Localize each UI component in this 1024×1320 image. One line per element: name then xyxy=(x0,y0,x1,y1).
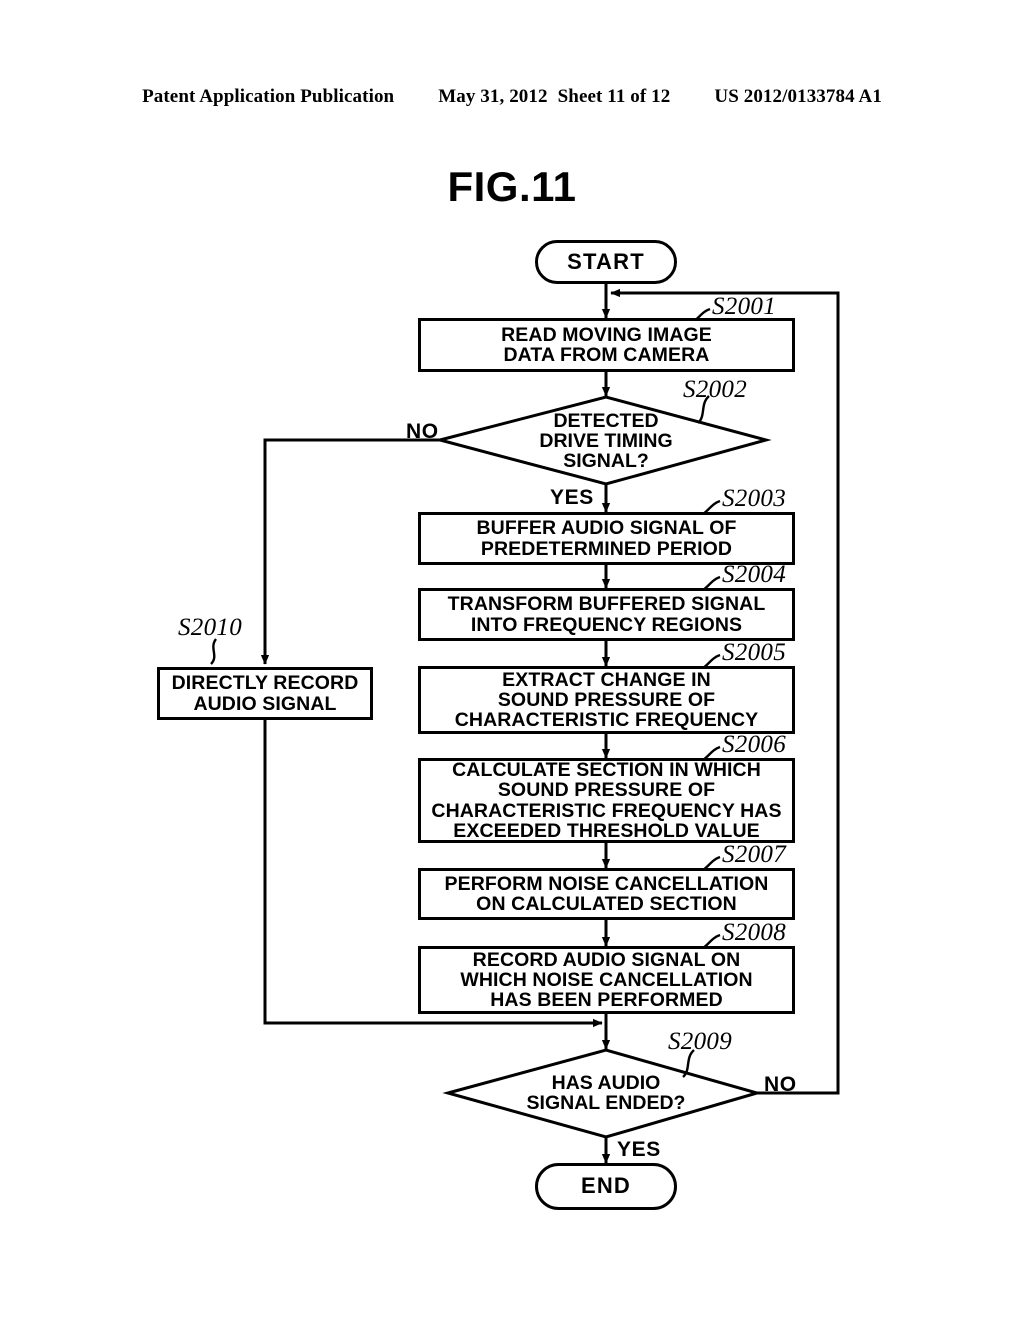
s2003-line-1: BUFFER AUDIO SIGNAL OF xyxy=(476,517,737,540)
start-terminator: START xyxy=(535,240,677,284)
step-ref-s2001: S2001 xyxy=(712,293,776,320)
step-ref-s2004: S2004 xyxy=(722,561,786,588)
s2010-line-1: DIRECTLY RECORD xyxy=(171,672,359,695)
process-box-s2004: TRANSFORM BUFFERED SIGNAL INTO FREQUENCY… xyxy=(418,588,795,641)
connector-s2002-no-to-s2010 xyxy=(260,438,440,665)
leader-line-s2010 xyxy=(210,638,218,665)
s2006-line-1: CALCULATE SECTION IN WHICH xyxy=(452,758,761,781)
step-ref-s2008: S2008 xyxy=(722,919,786,946)
flowchart-connectors xyxy=(210,283,840,1164)
s2007-line-2: ON CALCULATED SECTION xyxy=(476,893,737,915)
s2005-line-3: CHARACTERISTIC FREQUENCY xyxy=(454,709,759,732)
s2004-line-1: TRANSFORM BUFFERED SIGNAL xyxy=(447,593,766,616)
step-ref-s2005: S2005 xyxy=(722,639,786,666)
process-box-s2008: RECORD AUDIO SIGNAL ON WHICH NOISE CANCE… xyxy=(418,946,795,1014)
step-ref-s2002: S2002 xyxy=(683,376,747,403)
patent-figure-page: Patent Application Publication May 31, 2… xyxy=(0,0,1024,1320)
branch-label-s2002-yes: YES xyxy=(550,486,594,509)
step-ref-s2006: S2006 xyxy=(722,731,786,758)
step-ref-s2010: S2010 xyxy=(178,614,242,641)
process-box-s2001: READ MOVING IMAGE DATA FROM CAMERA xyxy=(418,318,795,372)
decision-shape-s2002 xyxy=(434,395,772,486)
s2005-line-1: EXTRACT CHANGE IN xyxy=(502,668,711,691)
s2006-line-4: EXCEEDED THRESHOLD VALUE xyxy=(453,819,760,842)
branch-label-s2002-no: NO xyxy=(406,420,439,443)
s2008-line-2: WHICH NOISE CANCELLATION xyxy=(460,968,753,991)
process-box-s2007: PERFORM NOISE CANCELLATION ON CALCULATED… xyxy=(418,868,795,920)
s2006-line-2: SOUND PRESSURE OF xyxy=(497,779,716,802)
step-ref-s2007: S2007 xyxy=(722,841,786,868)
s2007-line-1: PERFORM NOISE CANCELLATION xyxy=(444,872,769,895)
s2006-line-3: CHARACTERISTIC FREQUENCY HAS xyxy=(431,799,782,822)
s2008-line-1: RECORD AUDIO SIGNAL ON xyxy=(472,948,741,971)
process-box-s2010: DIRECTLY RECORD AUDIO SIGNAL xyxy=(157,667,373,720)
s2008-line-3: HAS BEEN PERFORMED xyxy=(490,989,723,1012)
s2003-line-2: PREDETERMINED PERIOD xyxy=(480,537,733,560)
step-ref-s2003: S2003 xyxy=(722,485,786,512)
process-box-s2003: BUFFER AUDIO SIGNAL OF PREDETERMINED PER… xyxy=(418,512,795,565)
branch-label-s2009-no: NO xyxy=(764,1073,797,1096)
s2001-line-1: READ MOVING IMAGE xyxy=(501,323,712,346)
process-box-s2006: CALCULATE SECTION IN WHICH SOUND PRESSUR… xyxy=(418,758,795,843)
end-terminator: END xyxy=(535,1163,677,1210)
s2001-line-2: DATA FROM CAMERA xyxy=(503,344,710,366)
s2004-line-2: INTO FREQUENCY REGIONS xyxy=(470,613,743,636)
s2010-line-2: AUDIO SIGNAL xyxy=(193,692,337,715)
process-box-s2005: EXTRACT CHANGE IN SOUND PRESSURE OF CHAR… xyxy=(418,666,795,734)
s2005-line-2: SOUND PRESSURE OF xyxy=(497,688,716,711)
step-ref-s2009: S2009 xyxy=(668,1028,732,1055)
branch-label-s2009-yes: YES xyxy=(617,1138,661,1161)
decision-shape-s2009 xyxy=(442,1048,763,1139)
